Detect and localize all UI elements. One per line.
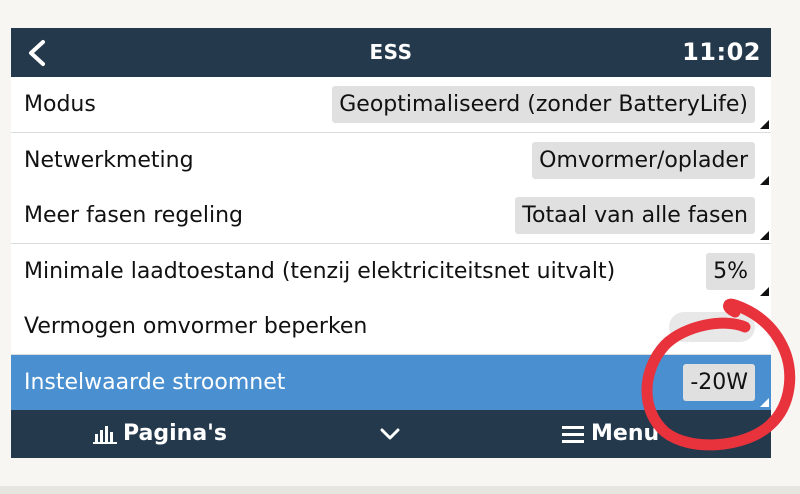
- background-strip: [0, 486, 800, 494]
- setting-row-netwerkmeting[interactable]: Netwerkmeting Omvormer/oplader: [11, 133, 771, 189]
- pages-label: Pagina's: [123, 421, 228, 446]
- setting-value[interactable]: Totaal van alle fasen: [515, 197, 755, 234]
- setting-row-minimale-laadtoestand[interactable]: Minimale laadtoestand (tenzij elektricit…: [11, 244, 771, 300]
- menu-button[interactable]: Menu: [561, 410, 659, 458]
- edit-corner-icon: [760, 398, 769, 407]
- dropdown-corner-icon: [760, 231, 769, 240]
- setting-value[interactable]: Omvormer/oplader: [532, 142, 755, 179]
- bar-chart-icon: [93, 426, 117, 444]
- setting-label: Modus: [24, 92, 96, 117]
- setting-value[interactable]: -20W: [683, 364, 755, 401]
- clock: 11:02: [682, 38, 761, 66]
- setting-label: Instelwaarde stroomnet: [24, 370, 286, 395]
- header-bar: ESS 11:02: [11, 28, 771, 77]
- setting-label: Vermogen omvormer beperken: [24, 314, 368, 339]
- ess-screen: ESS 11:02 Modus Geoptimaliseerd (zonder …: [11, 28, 771, 458]
- setting-row-meer-fasen-regeling[interactable]: Meer fasen regeling Totaal van alle fase…: [11, 188, 771, 244]
- setting-value[interactable]: Geoptimaliseerd (zonder BatteryLife): [332, 86, 755, 123]
- footer-bar: Pagina's Menu: [11, 410, 771, 458]
- hamburger-menu-icon: [562, 426, 584, 443]
- chevron-down-icon[interactable]: [378, 424, 402, 444]
- setting-row-vermogen-omvormer-beperken[interactable]: Vermogen omvormer beperken: [11, 299, 771, 355]
- toggle-switch[interactable]: [669, 312, 755, 342]
- setting-label: Meer fasen regeling: [24, 203, 243, 228]
- setting-label: Minimale laadtoestand (tenzij elektricit…: [24, 259, 616, 284]
- setting-value[interactable]: 5%: [706, 253, 755, 290]
- menu-label: Menu: [591, 421, 660, 446]
- dropdown-corner-icon: [760, 120, 769, 129]
- pages-button[interactable]: Pagina's: [93, 410, 227, 458]
- page-title: ESS: [369, 40, 413, 64]
- dropdown-corner-icon: [760, 287, 769, 296]
- setting-label: Netwerkmeting: [24, 148, 194, 173]
- setting-row-modus[interactable]: Modus Geoptimaliseerd (zonder BatteryLif…: [11, 77, 771, 133]
- dropdown-corner-icon: [760, 176, 769, 185]
- setting-row-instelwaarde-stroomnet[interactable]: Instelwaarde stroomnet -20W: [11, 355, 771, 410]
